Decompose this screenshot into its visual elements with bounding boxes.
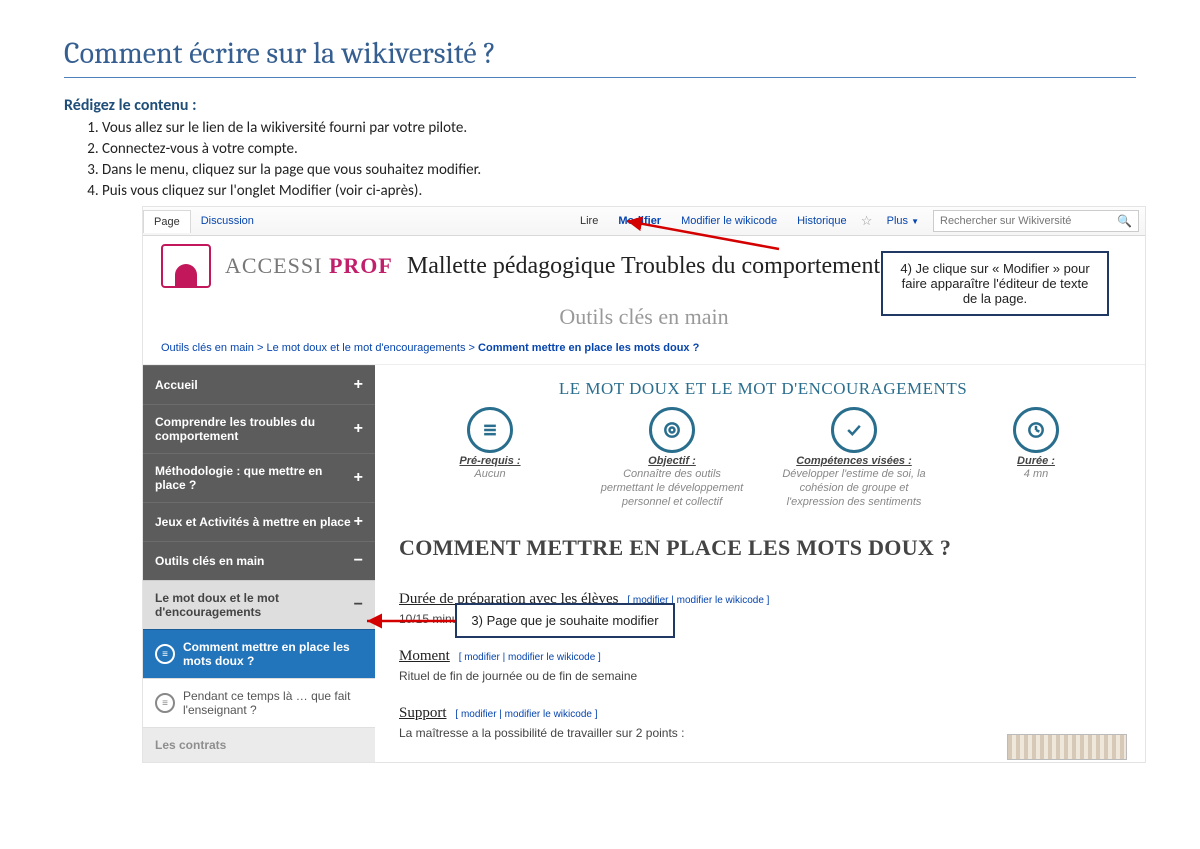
sidebar-item-contrats[interactable]: Les contrats: [143, 727, 375, 762]
info-prerequis: Pré-requis :Aucun: [415, 407, 565, 509]
tab-plus[interactable]: Plus ▼: [877, 210, 929, 232]
page-title: Comment écrire sur la wikiversité ?: [64, 36, 1136, 71]
annotation-page: 3) Page que je souhaite modifier: [455, 603, 675, 638]
plus-icon: +: [354, 420, 363, 438]
tab-lire[interactable]: Lire: [570, 210, 608, 232]
article-title: Mallette pédagogique Troubles du comport…: [407, 253, 880, 280]
sidebar: Accueil+ Comprendre les troubles du comp…: [143, 365, 375, 762]
list-bullet-icon: ≡: [155, 644, 175, 664]
info-competences: Compétences visées :Développer l'estime …: [779, 407, 929, 509]
info-objectif: Objectif :Connaître des outils permettan…: [597, 407, 747, 509]
arrow-to-sidebar-item: [361, 612, 457, 630]
list-item: Connectez-vous à votre compte.: [102, 140, 1136, 158]
list-item: Puis vous cliquez sur l'onglet Modifier …: [102, 182, 1136, 200]
list-item: Vous allez sur le lien de la wikiversité…: [102, 119, 1136, 137]
title-divider: [64, 77, 1136, 78]
info-duree: Durée :4 mn: [961, 407, 1111, 509]
section-title: LE MOT DOUX ET LE MOT D'ENCOURAGEMENTS: [399, 379, 1127, 399]
embedded-screenshot: Page Discussion Lire Modifier Modifier l…: [142, 206, 1146, 763]
plus-icon: +: [354, 376, 363, 394]
list-bullet-icon: ≡: [155, 693, 175, 713]
subsection-moment: Moment [ modifier | modifier le wikicode…: [399, 636, 1127, 683]
sidebar-item-methodologie[interactable]: Méthodologie : que mettre en place ?+: [143, 453, 375, 502]
target-icon: [649, 407, 695, 453]
content-heading: COMMENT METTRE EN PLACE LES MOTS DOUX ?: [399, 535, 1127, 561]
edit-link[interactable]: [ modifier | modifier le wikicode ]: [459, 652, 601, 663]
edit-link[interactable]: [ modifier | modifier le wikicode ]: [455, 709, 597, 720]
brand-text: ACCESSI PROF: [225, 253, 393, 279]
tab-discussion[interactable]: Discussion: [191, 210, 264, 232]
search-input[interactable]: [934, 215, 1111, 227]
sidebar-item-motdoux[interactable]: Le mot doux et le mot d'encouragements−: [143, 580, 375, 629]
sidebar-item-outils[interactable]: Outils clés en main−: [143, 541, 375, 580]
tab-historique[interactable]: Historique: [787, 210, 857, 232]
sidebar-item-jeux[interactable]: Jeux et Activités à mettre en place+: [143, 502, 375, 541]
sidebar-item-comment-active[interactable]: ≡Comment mettre en place les mots doux ?: [143, 629, 375, 678]
search-icon[interactable]: 🔍: [1111, 214, 1138, 228]
instruction-list: Vous allez sur le lien de la wikiversité…: [102, 119, 1136, 200]
list-item: Dans le menu, cliquez sur la page que vo…: [102, 161, 1136, 179]
annotation-modifier: 4) Je clique sur « Modifier » pour faire…: [881, 251, 1109, 316]
info-icons-row: Pré-requis :Aucun Objectif :Connaître de…: [399, 407, 1127, 509]
search-box[interactable]: 🔍: [933, 210, 1139, 232]
sidebar-item-comprendre[interactable]: Comprendre les troubles du comportement+: [143, 404, 375, 453]
check-icon: [831, 407, 877, 453]
arrow-to-modifier: [621, 217, 781, 251]
list-icon: [467, 407, 513, 453]
accessiprof-logo: [161, 244, 211, 288]
star-icon[interactable]: ☆: [857, 213, 877, 229]
main-content: LE MOT DOUX ET LE MOT D'ENCOURAGEMENTS P…: [375, 365, 1145, 762]
breadcrumb: Outils clés en main > Le mot doux et le …: [143, 338, 1145, 364]
clock-icon: [1013, 407, 1059, 453]
sidebar-item-accueil[interactable]: Accueil+: [143, 365, 375, 404]
plus-icon: +: [354, 469, 363, 487]
tab-page[interactable]: Page: [143, 210, 191, 233]
section-heading: Rédigez le contenu :: [64, 96, 1136, 115]
minus-icon: −: [354, 552, 363, 570]
sidebar-item-pendant[interactable]: ≡Pendant ce temps là … que fait l'enseig…: [143, 678, 375, 727]
image-thumbnail: [1007, 734, 1127, 760]
plus-icon: +: [354, 513, 363, 531]
